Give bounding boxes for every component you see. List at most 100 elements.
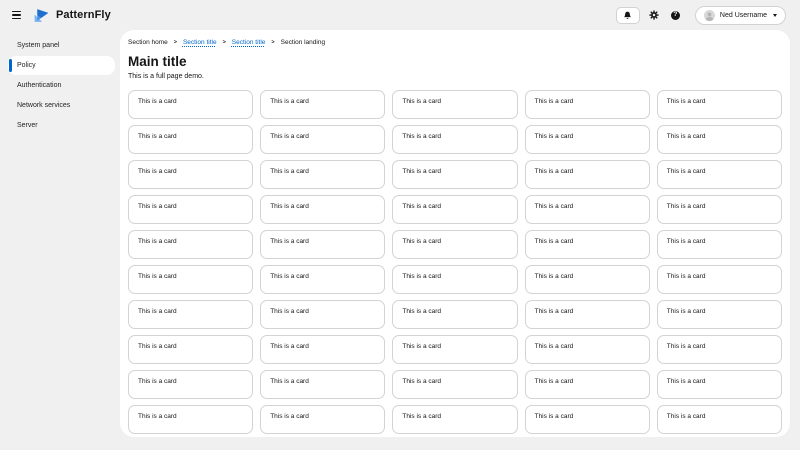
card-title: This is a card — [138, 273, 177, 280]
sidebar-item-system-panel[interactable]: System panel — [0, 36, 120, 55]
chevron-down-icon — [773, 13, 777, 17]
card-title: This is a card — [270, 168, 309, 175]
card-title: This is a card — [138, 308, 177, 315]
card: This is a card — [656, 160, 782, 189]
card: This is a card — [128, 125, 254, 154]
card-title: This is a card — [666, 168, 706, 175]
card-title: This is a card — [270, 308, 309, 315]
card-title: This is a card — [270, 378, 309, 385]
card: This is a card — [260, 160, 386, 189]
card: This is a card — [128, 160, 254, 189]
notifications-button[interactable] — [615, 6, 640, 24]
card-title: This is a card — [138, 343, 177, 350]
card: This is a card — [392, 405, 518, 434]
card-title: This is a card — [138, 133, 177, 140]
user-name: Ned Username — [719, 11, 767, 19]
breadcrumb: Section home > Section title > Section title… — [128, 38, 782, 47]
sidebar: System panel Policy Authentication Network … — [0, 30, 120, 135]
breadcrumb-item[interactable]: Section home — [128, 39, 168, 47]
card-title: This is a card — [402, 133, 442, 140]
card-title: This is a card — [138, 238, 177, 245]
card-title: This is a card — [402, 308, 442, 315]
card: This is a card — [128, 90, 254, 119]
card-title: This is a card — [402, 238, 442, 245]
card: This is a card — [260, 265, 386, 294]
card-title: This is a card — [534, 98, 574, 105]
card: This is a card — [260, 335, 386, 364]
card: This is a card — [392, 370, 518, 399]
breadcrumb-item[interactable]: Section title — [183, 39, 217, 47]
card-title: This is a card — [666, 378, 706, 385]
user-menu-button[interactable]: Ned Username — [694, 5, 786, 25]
card-title: This is a card — [402, 343, 442, 350]
card-title: This is a card — [402, 378, 442, 385]
card-title: This is a card — [666, 273, 706, 280]
content-panel: Section home > Section title > Section title… — [120, 30, 790, 437]
sidebar-item-server[interactable]: Server — [0, 116, 120, 135]
breadcrumb-item: Section landing — [280, 39, 326, 46]
breadcrumb-item[interactable]: Section title — [232, 39, 266, 47]
breadcrumb-separator-icon: > — [271, 39, 275, 46]
card: This is a card — [656, 405, 782, 434]
card-title: This is a card — [270, 238, 309, 245]
card: This is a card — [392, 265, 518, 294]
card-title: This is a card — [138, 98, 177, 105]
card-title: This is a card — [270, 413, 309, 420]
card-title: This is a card — [666, 133, 706, 140]
card-title: This is a card — [402, 273, 442, 280]
card: This is a card — [656, 300, 782, 329]
card-title: This is a card — [402, 98, 442, 105]
card: This is a card — [392, 125, 518, 154]
card-grid: This is a card This is a card This is a ca… — [128, 90, 782, 434]
page-title: Main title — [128, 54, 187, 69]
card: This is a card — [128, 335, 254, 364]
card: This is a card — [524, 195, 650, 224]
bell-icon — [624, 11, 632, 19]
sidebar-item-policy[interactable]: Policy — [8, 56, 115, 75]
card: This is a card — [524, 300, 650, 329]
card-title: This is a card — [270, 203, 309, 210]
card: This is a card — [392, 230, 518, 259]
card-title: This is a card — [666, 413, 706, 420]
card-title: This is a card — [138, 203, 177, 210]
card: This is a card — [656, 195, 782, 224]
card: This is a card — [524, 160, 650, 189]
card-title: This is a card — [402, 203, 442, 210]
card: This is a card — [656, 265, 782, 294]
card: This is a card — [524, 405, 650, 434]
patternfly-logo-icon — [34, 8, 49, 22]
card-title: This is a card — [534, 238, 574, 245]
card: This is a card — [656, 335, 782, 364]
card: This is a card — [524, 125, 650, 154]
card: This is a card — [656, 125, 782, 154]
breadcrumb-separator-icon: > — [222, 39, 226, 46]
breadcrumb-separator-icon: > — [173, 39, 177, 46]
card: This is a card — [656, 370, 782, 399]
card: This is a card — [392, 90, 518, 119]
page-subtitle: This is a full page demo. — [128, 73, 204, 80]
sidebar-item-network-services[interactable]: Network services — [0, 96, 120, 115]
card-title: This is a card — [138, 168, 177, 175]
card-title: This is a card — [666, 343, 706, 350]
menu-toggle-button[interactable] — [12, 10, 22, 20]
hamburger-icon — [12, 10, 21, 13]
card-title: This is a card — [666, 203, 706, 210]
masthead-toolbar: ? Ned Username — [615, 5, 786, 25]
card: This is a card — [260, 230, 386, 259]
card: This is a card — [524, 90, 650, 119]
settings-button[interactable] — [648, 9, 661, 22]
card-title: This is a card — [270, 98, 309, 105]
card-title: This is a card — [666, 98, 706, 105]
card: This is a card — [392, 335, 518, 364]
card: This is a card — [392, 195, 518, 224]
card: This is a card — [656, 90, 782, 119]
card-title: This is a card — [666, 238, 706, 245]
card-title: This is a card — [534, 133, 574, 140]
help-button[interactable]: ? — [669, 9, 682, 22]
card-title: This is a card — [534, 168, 574, 175]
card: This is a card — [260, 370, 386, 399]
sidebar-item-authentication[interactable]: Authentication — [0, 76, 120, 95]
card: This is a card — [260, 300, 386, 329]
card-title: This is a card — [270, 343, 309, 350]
card: This is a card — [128, 195, 254, 224]
